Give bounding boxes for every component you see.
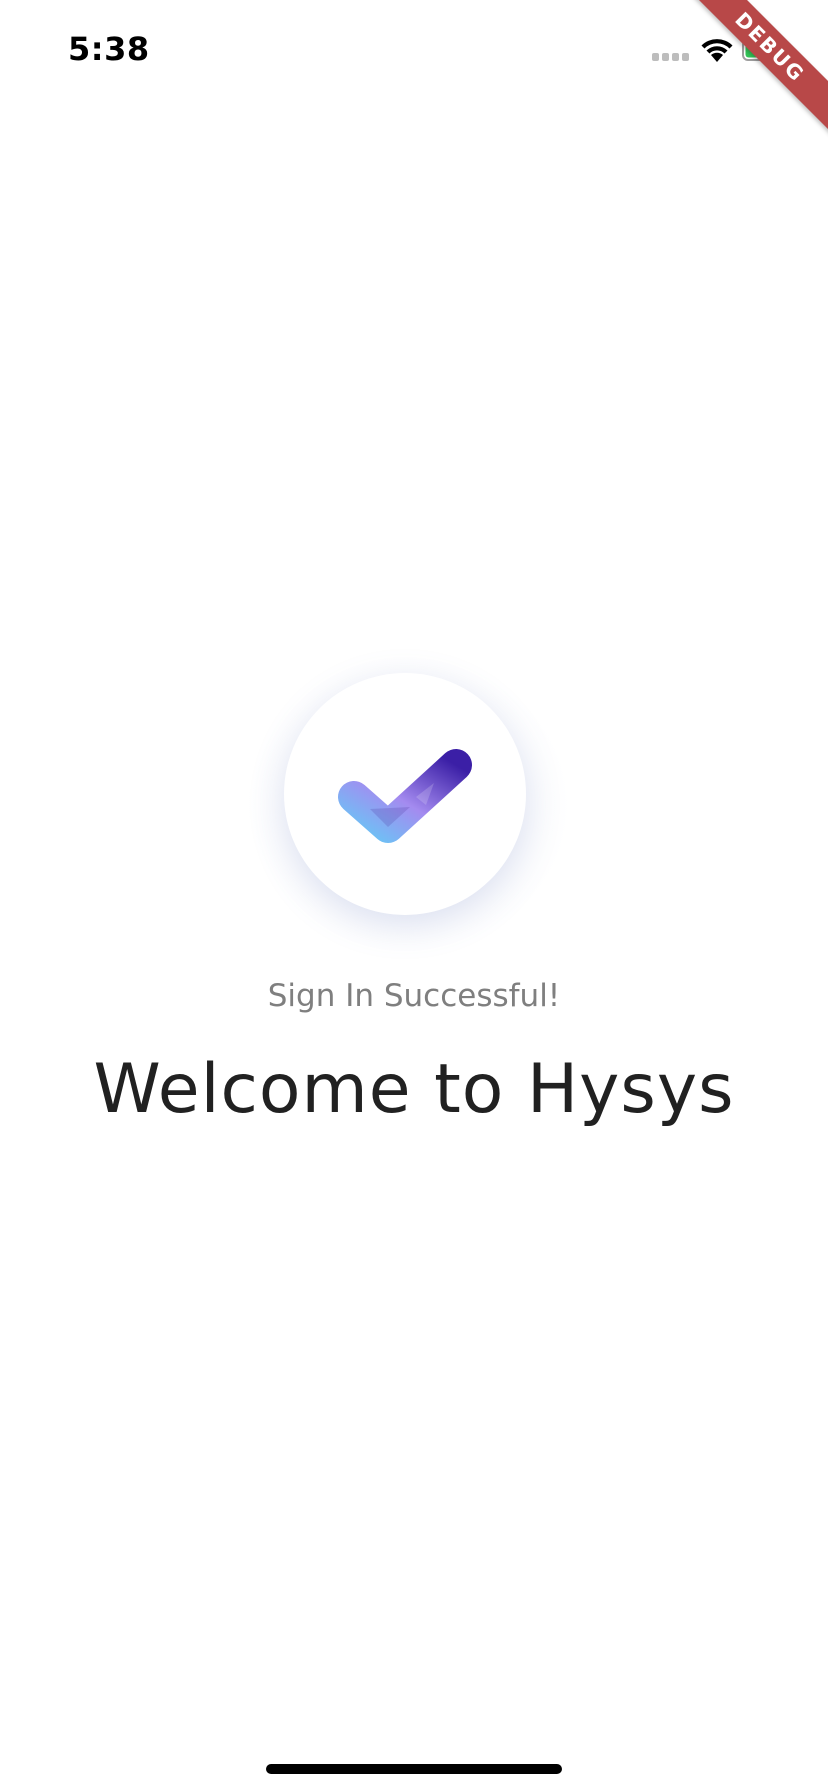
home-indicator[interactable] [266, 1764, 562, 1774]
checkmark-icon [338, 749, 472, 843]
wifi-icon [701, 39, 733, 62]
status-time: 5:38 [68, 30, 150, 68]
cellular-signal-icon [652, 53, 689, 61]
sign-in-success-message: Sign In Successful! [267, 978, 561, 1014]
welcome-title: Welcome to Hysys [93, 1050, 735, 1129]
status-bar: 5:38 [0, 0, 828, 100]
